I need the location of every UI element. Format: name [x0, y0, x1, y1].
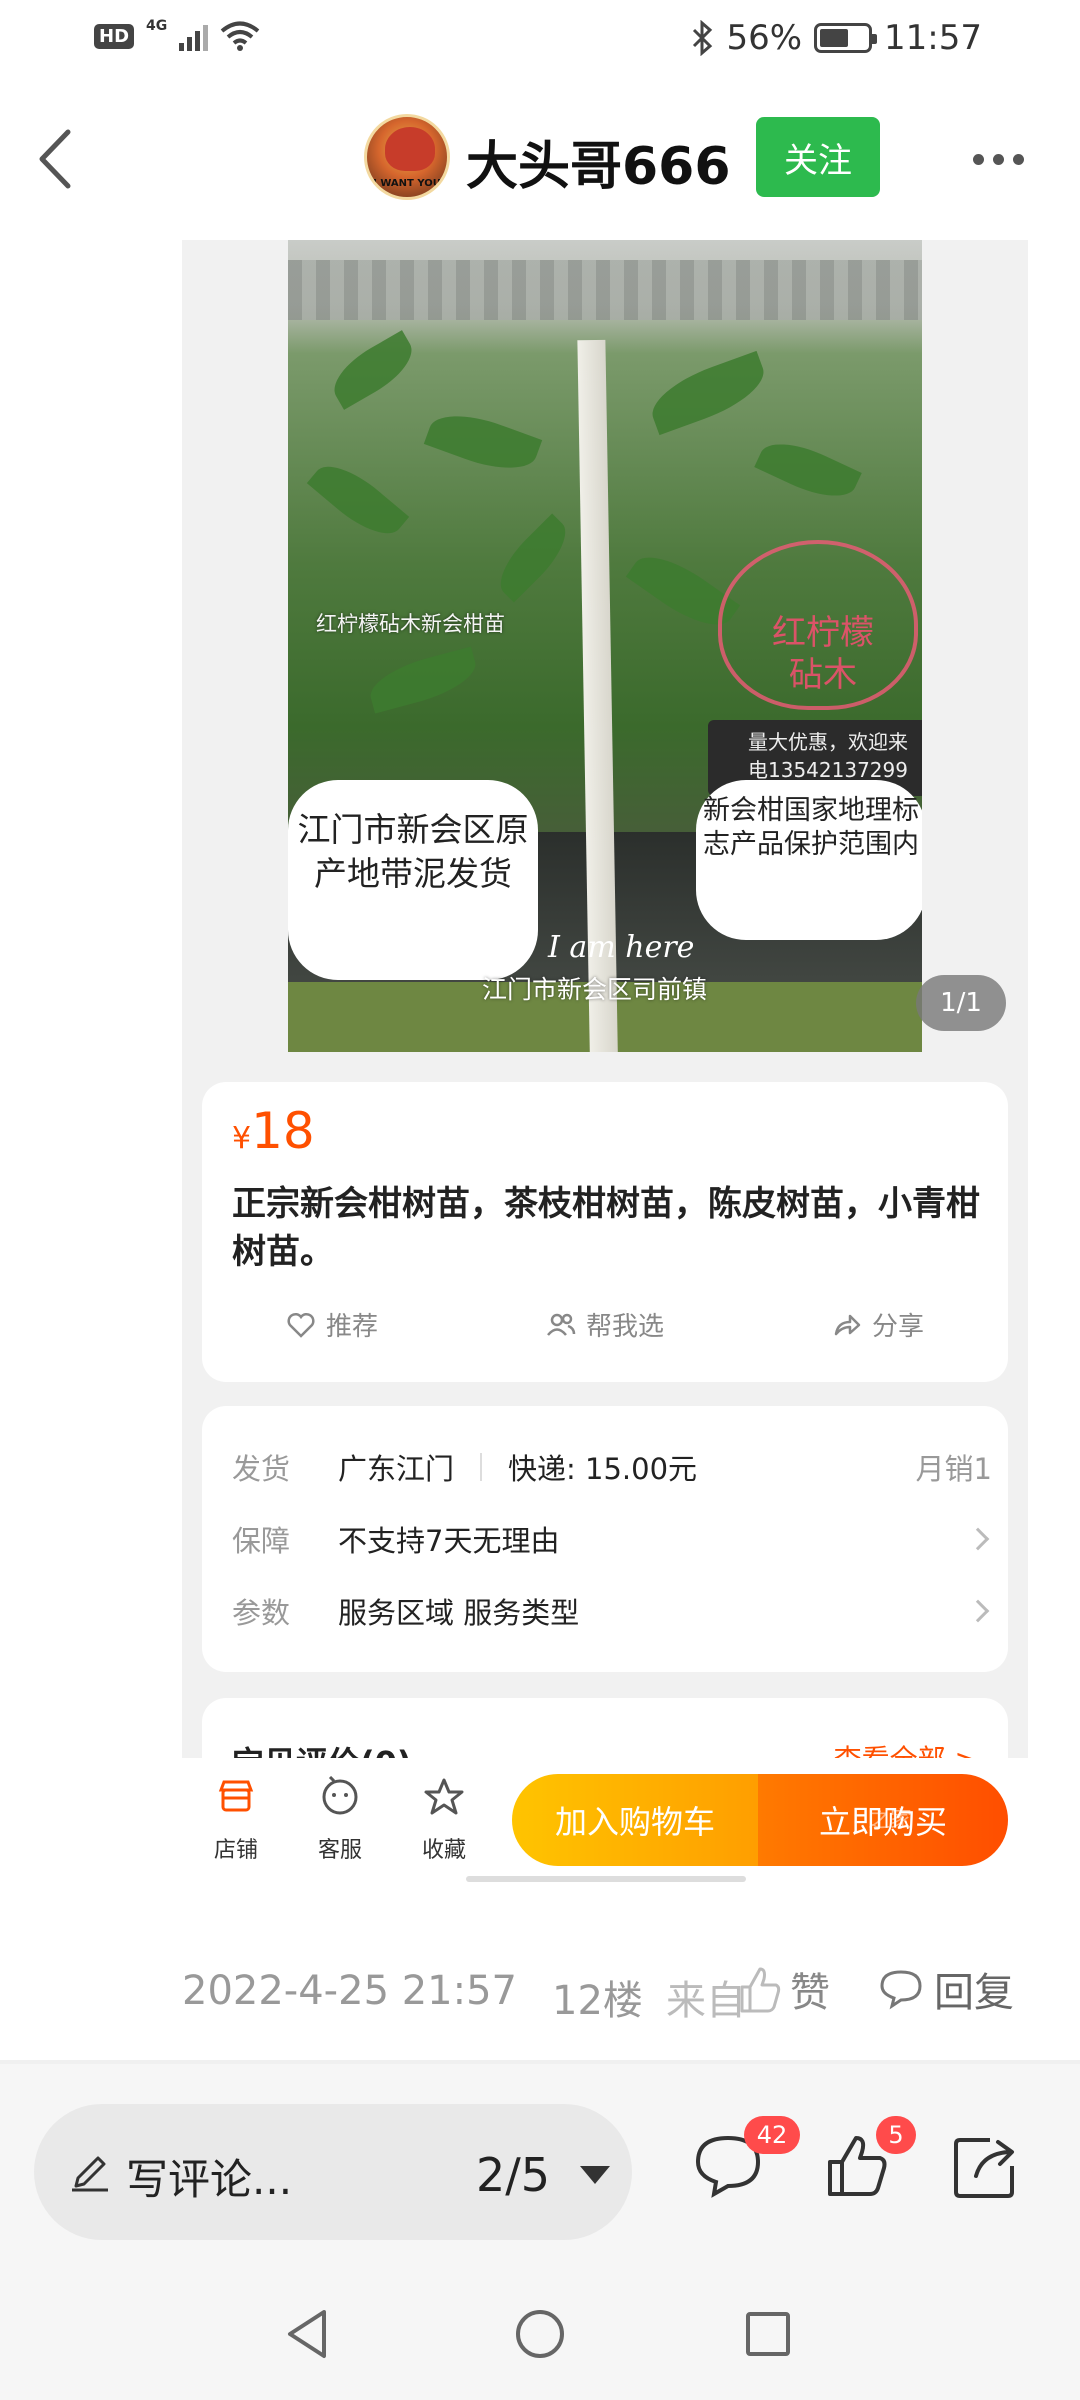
share-button[interactable]: 分享 — [832, 1306, 924, 1343]
username[interactable]: 大头哥666 — [466, 124, 731, 199]
info-card: 发货 广东江门 快递: 15.00元 月销1 保障 不支持7天无理由 参数 服务… — [202, 1406, 1008, 1672]
bluetooth-icon — [693, 20, 713, 56]
system-nav-bar — [0, 2274, 1080, 2400]
origin-bubble: 江门市新会区原产地带泥发货 — [288, 780, 538, 980]
like-button[interactable]: 赞 — [736, 1960, 830, 2018]
embedded-product-screenshot: 红柠檬砧木 红柠檬砧木新会柑苗 量大优惠，欢迎来 电13542137299 江门… — [182, 240, 1028, 1758]
view-all-reviews-link[interactable]: 查看全部 > — [834, 1738, 978, 1758]
people-icon — [547, 1313, 576, 1336]
more-options-icon[interactable] — [973, 154, 1024, 165]
nav-back-icon[interactable] — [278, 2304, 338, 2364]
wifi-icon — [220, 21, 260, 51]
status-bar: HD 4G 56% 11:57 — [0, 0, 1080, 80]
location-caption: 江门市新会区司前镇 — [482, 975, 708, 1004]
chat-face-icon — [322, 1775, 358, 1815]
clock: 11:57 — [884, 18, 982, 58]
comment-input[interactable]: 写评论... 2/5 — [34, 2104, 632, 2240]
hd-badge: HD — [94, 23, 135, 49]
params-row[interactable]: 参数 服务区域 服务类型 — [232, 1590, 992, 1632]
comment-count-badge: 42 — [744, 2116, 800, 2154]
nav-recents-icon[interactable] — [738, 2304, 798, 2364]
source-label: 来自 — [666, 1978, 746, 2024]
network-type: 4G — [146, 18, 168, 34]
guarantee-row[interactable]: 保障 不支持7天无理由 — [232, 1518, 992, 1560]
product-photo[interactable]: 红柠檬砧木 红柠檬砧木新会柑苗 量大优惠，欢迎来 电13542137299 江门… — [288, 240, 922, 1052]
store-icon — [218, 1780, 254, 1812]
heart-icon — [287, 1312, 315, 1338]
comment-meta: 2022-4-25 21:57 12楼 来自 赞 回复 — [0, 1960, 1080, 2040]
watermark: 之家 — [868, 1808, 913, 1833]
reviews-card: 宝贝评价(0) 查看全部 > — [202, 1698, 1008, 1758]
shipping-row: 发货 广东江门 快递: 15.00元 月销1 — [232, 1446, 992, 1488]
monthly-sales: 月销1 — [915, 1452, 992, 1486]
favorite-button[interactable]: 收藏 — [404, 1776, 484, 1864]
battery-icon — [814, 23, 878, 53]
thumbs-up-icon — [740, 1967, 781, 2013]
recommend-button[interactable]: 推荐 — [286, 1306, 378, 1343]
floor-number: 12楼 — [552, 1978, 643, 2024]
comment-date: 2022-4-25 21:57 — [182, 1968, 517, 2014]
add-to-cart-button[interactable]: 加入购物车 — [512, 1774, 758, 1866]
price-card: ¥18 正宗新会柑树苗，茶枝柑树苗，陈皮树苗，小青柑树苗。 推荐 帮我选 分享 — [202, 1082, 1008, 1382]
back-arrow-icon[interactable] — [30, 124, 90, 194]
price: ¥18 — [232, 1102, 315, 1160]
dropdown-arrow-icon[interactable] — [580, 2166, 610, 2184]
speech-bubble-icon — [880, 1970, 922, 2010]
geo-bubble: 新会柑国家地理标志产品保护范围内 — [696, 780, 922, 940]
photo-caption: 红柠檬砧木新会柑苗 — [316, 612, 505, 636]
customer-service-button[interactable]: 客服 — [300, 1775, 380, 1864]
like-count-badge: 5 — [876, 2116, 916, 2154]
signal-icon — [179, 21, 209, 51]
share-icon — [834, 1314, 861, 1335]
heart-caption: 红柠檬砧木 — [772, 613, 874, 695]
product-title: 正宗新会柑树苗，茶枝柑树苗，陈皮树苗，小青柑树苗。 — [232, 1184, 980, 1272]
follow-button[interactable]: 关注 — [756, 117, 880, 197]
chevron-right-icon — [966, 1599, 990, 1623]
nav-home-icon[interactable] — [510, 2304, 570, 2364]
avatar[interactable]: I WANT YOU — [364, 114, 450, 200]
shop-button[interactable]: 店铺 — [196, 1776, 276, 1864]
help-me-choose-button[interactable]: 帮我选 — [546, 1306, 664, 1343]
battery-percent: 56% — [726, 18, 803, 58]
post-header: I WANT YOU 大头哥666 关注 — [0, 100, 1080, 220]
comment-placeholder: 写评论... — [126, 2155, 293, 2204]
share-icon[interactable] — [950, 2130, 1022, 2202]
page-selector[interactable]: 2/5 — [476, 2148, 550, 2202]
pencil-icon — [72, 2156, 108, 2192]
product-action-bar: 店铺 客服 收藏 加入购物车 立即购买 之家 — [182, 1758, 1028, 1888]
image-page-indicator: 1/1 — [916, 975, 1006, 1031]
home-indicator — [466, 1876, 746, 1882]
signature-text: I am here — [548, 930, 695, 965]
star-icon — [424, 1778, 464, 1815]
reviews-title: 宝贝评价(0) — [232, 1738, 412, 1758]
reply-button[interactable]: 回复 — [878, 1960, 1014, 2018]
comment-bar: 写评论... 2/5 42 5 — [0, 2064, 1080, 2274]
chevron-right-icon — [966, 1527, 990, 1551]
